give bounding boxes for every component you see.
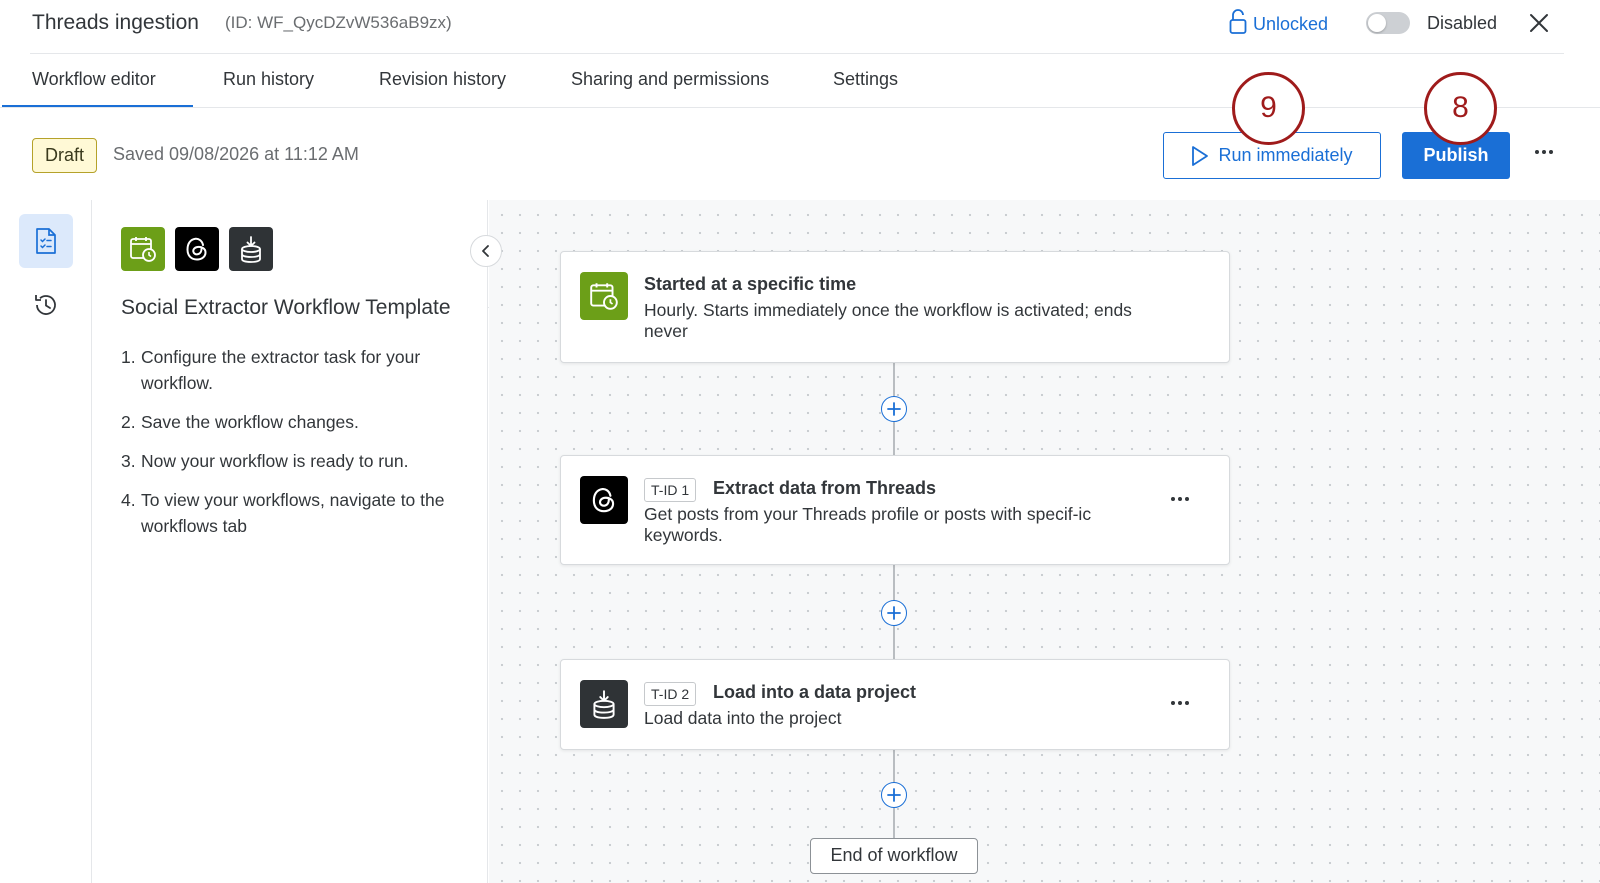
add-task-button[interactable]: [881, 600, 907, 626]
step-text: Configure the extractor task for your wo…: [141, 347, 421, 393]
more-icon: [1171, 497, 1175, 501]
task-more-button[interactable]: [1166, 489, 1194, 509]
template-steps: 1. Configure the extractor task for your…: [121, 344, 461, 552]
close-icon: [1530, 14, 1548, 32]
end-of-workflow-label: End of workflow: [810, 838, 978, 874]
panel-title: Social Extractor Workflow Template: [121, 296, 451, 319]
task-card-load[interactable]: T-ID 2 Load into a data project Load dat…: [560, 659, 1230, 750]
annotation-callout-publish: 8: [1424, 72, 1497, 145]
annotation-callout-run: 9: [1232, 72, 1305, 145]
play-icon: [1192, 145, 1209, 166]
more-icon: [1535, 150, 1539, 154]
tab-settings[interactable]: Settings: [833, 69, 898, 90]
task-more-button[interactable]: [1166, 693, 1194, 713]
step-text: Save the workflow changes.: [141, 412, 359, 432]
history-icon: [35, 295, 56, 315]
calendar-clock-icon: [121, 227, 165, 271]
data-load-icon: [580, 680, 628, 728]
tab-sharing-permissions[interactable]: Sharing and permissions: [571, 69, 769, 90]
task-description: Get posts from your Threads profile or p…: [644, 504, 1092, 545]
more-icon-dot: [1185, 497, 1189, 501]
left-rail: [0, 200, 92, 883]
unlock-icon: [1229, 8, 1247, 40]
more-icon-dot: [1185, 701, 1189, 705]
toggle-label: Disabled: [1427, 13, 1498, 33]
step-text: Now your workflow is ready to run.: [141, 451, 409, 471]
add-task-button[interactable]: [881, 396, 907, 422]
trigger-title: Started at a specific time: [644, 274, 857, 294]
plus-icon: [887, 788, 901, 802]
more-options-button[interactable]: [1530, 142, 1558, 162]
step-number: 4.: [121, 490, 136, 510]
close-button[interactable]: [1526, 10, 1552, 36]
threads-icon: [175, 227, 219, 271]
more-icon: [1171, 701, 1175, 705]
tab-workflow-editor[interactable]: Workflow editor: [32, 69, 156, 90]
editor-toolbar: Draft Saved 09/08/2026 at 11:12 AM Run i…: [0, 108, 1600, 308]
list-item: 3. Now your workflow is ready to run.: [121, 448, 461, 474]
document-checklist-icon: [36, 228, 56, 254]
task-id-badge: T-ID 2: [644, 682, 697, 706]
saved-timestamp: Saved 09/08/2026 at 11:12 AM: [113, 144, 359, 164]
step-number: 1.: [121, 347, 136, 367]
step-number: 2.: [121, 412, 136, 432]
task-title: Load into a data project: [713, 682, 917, 702]
workflow-title: Threads ingestion: [32, 11, 199, 34]
template-panel: Social Extractor Workflow Template 1. Co…: [92, 200, 488, 883]
add-task-button[interactable]: [881, 782, 907, 808]
list-item: 1. Configure the extractor task for your…: [121, 344, 461, 396]
rail-template-info-button[interactable]: [19, 214, 73, 268]
title-row: Threads ingestion (ID: WF_QycDZvW536aB9z…: [0, 0, 1600, 54]
trigger-card[interactable]: Started at a specific time Hourly. Start…: [560, 251, 1230, 363]
task-description: Load data into the project: [644, 708, 842, 728]
chevron-left-icon: [482, 245, 489, 257]
task-title: Extract data from Threads: [713, 478, 937, 498]
enable-toggle[interactable]: [1366, 12, 1410, 34]
template-icons: [121, 227, 273, 271]
plus-icon: [887, 402, 901, 416]
calendar-clock-icon: [580, 272, 628, 320]
task-id-badge: T-ID 1: [644, 478, 697, 502]
tab-run-history[interactable]: Run history: [223, 69, 314, 90]
toggle-knob: [1368, 14, 1386, 32]
workflow-id: (ID: WF_QycDZvW536aB9zx): [225, 13, 452, 32]
more-icon-dot: [1542, 150, 1546, 154]
more-icon-dot: [1178, 701, 1182, 705]
header: Threads ingestion (ID: WF_QycDZvW536aB9z…: [0, 0, 1600, 108]
task-card-extract[interactable]: T-ID 1 Extract data from Threads Get pos…: [560, 455, 1230, 565]
more-icon-dot: [1178, 497, 1182, 501]
run-immediately-label: Run immediately: [1218, 145, 1353, 165]
tab-revision-history[interactable]: Revision history: [379, 69, 506, 90]
threads-icon: [580, 476, 628, 524]
lock-toggle[interactable]: Unlocked: [1229, 8, 1329, 40]
tab-bar: Workflow editor Run history Revision his…: [0, 54, 1600, 108]
more-icon-dot: [1549, 150, 1553, 154]
list-item: 4. To view your workflows, navigate to t…: [121, 487, 461, 539]
lock-label: Unlocked: [1253, 13, 1329, 34]
list-item: 2. Save the workflow changes.: [121, 409, 461, 435]
rail-history-button[interactable]: [19, 278, 73, 332]
plus-icon: [887, 606, 901, 620]
data-load-icon: [229, 227, 273, 271]
step-text: To view your workflows, navigate to the …: [141, 490, 445, 536]
trigger-description: Hourly. Starts immediately once the work…: [644, 300, 1132, 341]
collapse-panel-button[interactable]: [470, 235, 502, 267]
status-badge: Draft: [32, 138, 97, 173]
step-number: 3.: [121, 451, 136, 471]
